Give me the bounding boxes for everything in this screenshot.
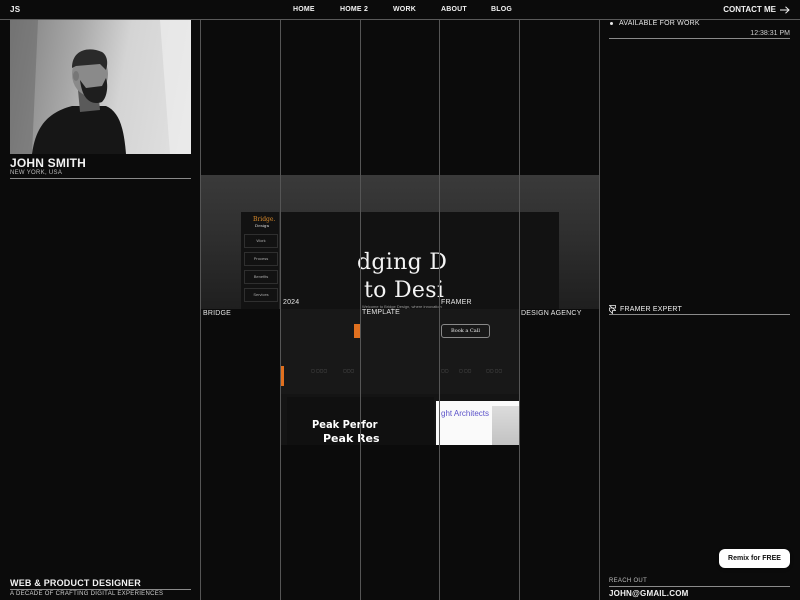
preview-sidebar: Bridge. Design Work Process Benefits Ser…	[241, 212, 280, 309]
email-link[interactable]: JOHN@GMAIL.COM	[609, 589, 689, 598]
grid-divider	[360, 20, 361, 600]
preview-client-logo: ▢▢ ▢▢	[486, 368, 503, 373]
framer-expert-label: FRAMER EXPERT	[620, 306, 682, 313]
profile-role: WEB & PRODUCT DESIGNER	[10, 578, 141, 588]
project-type: TEMPLATE	[362, 309, 401, 316]
grid-divider	[280, 20, 281, 600]
divider	[609, 38, 790, 39]
divider	[609, 314, 790, 315]
profile-name: JOHN SMITH	[10, 156, 87, 170]
top-nav-bar: JS HOME HOME 2 WORK ABOUT BLOG CONTACT M…	[0, 0, 800, 20]
preview-peak-line-2: Peak Res	[323, 432, 380, 445]
contact-me-link[interactable]: CONTACT ME	[723, 5, 790, 14]
preview-client-logo: ▢ ▢▢▢	[311, 368, 328, 373]
local-time: 12:38:31 PM	[750, 30, 790, 37]
preview-menu-item: Benefits	[244, 270, 278, 284]
preview-book-call-button: Book a Call	[441, 324, 490, 338]
grid-divider	[599, 20, 600, 600]
contact-me-label: CONTACT ME	[723, 5, 776, 14]
framer-icon	[609, 305, 616, 314]
preview-architects-image	[492, 406, 519, 445]
preview-hero-line-1: dging D	[357, 250, 448, 275]
project-category: DESIGN AGENCY	[521, 310, 582, 317]
preview-menu-item: Process	[244, 252, 278, 266]
preview-hero-line-2: to Desi	[364, 278, 445, 303]
project-year: 2024	[283, 299, 300, 306]
preview-peak-line-1: Peak Perfor	[312, 418, 378, 431]
remix-button[interactable]: Remix for FREE	[719, 549, 790, 568]
divider	[10, 178, 191, 179]
availability-status: AVAILABLE FOR WORK	[609, 20, 700, 27]
profile-tagline: A DECADE OF CRAFTING DIGITAL EXPERIENCES	[10, 591, 164, 597]
preview-section	[281, 309, 519, 394]
preview-orange-accent	[281, 366, 284, 386]
status-dot-icon	[610, 22, 613, 25]
preview-client-logo: ▢▢	[441, 368, 449, 373]
preview-logo-subtitle: Design	[255, 223, 270, 228]
nav-home-2[interactable]: HOME 2	[340, 6, 368, 13]
framer-expert-badge: FRAMER EXPERT	[609, 305, 682, 314]
profile-portrait	[10, 20, 191, 154]
preview-client-logo: ▢ ▢▢	[459, 368, 472, 373]
project-platform: FRAMER	[441, 299, 472, 306]
grid-divider	[519, 20, 520, 600]
reach-out-label: REACH OUT	[609, 578, 648, 584]
project-name[interactable]: BRIDGE	[203, 310, 231, 317]
preview-logo: Bridge.	[253, 216, 276, 223]
preview-architects-title: ght Architects	[441, 409, 490, 418]
nav-about[interactable]: ABOUT	[441, 6, 467, 13]
nav-blog[interactable]: BLOG	[491, 6, 512, 13]
divider	[609, 586, 790, 587]
preview-menu-item: Services	[244, 288, 278, 302]
site-logo[interactable]: JS	[10, 5, 20, 14]
nav-home[interactable]: HOME	[293, 6, 315, 13]
profile-location: NEW YORK, USA	[10, 170, 63, 176]
grid-divider	[439, 20, 440, 600]
divider	[10, 589, 191, 590]
nav-work[interactable]: WORK	[393, 6, 416, 13]
grid-divider	[200, 20, 201, 600]
availability-text: AVAILABLE FOR WORK	[619, 20, 700, 27]
arrow-right-icon	[780, 5, 790, 14]
preview-client-logo: ▢▢▢	[343, 368, 355, 373]
portrait-illustration	[10, 20, 191, 154]
preview-menu-item: Work	[244, 234, 278, 248]
